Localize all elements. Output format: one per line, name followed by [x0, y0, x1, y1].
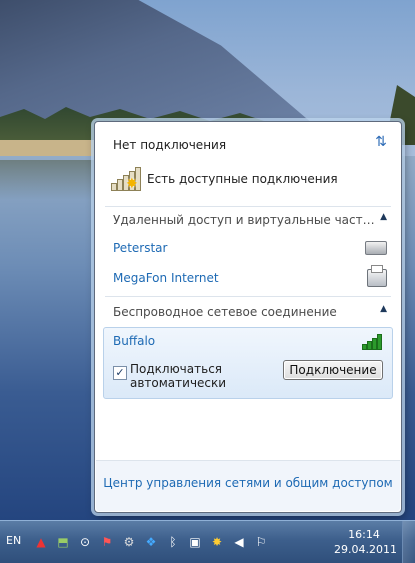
network-bars-star-icon: ✸ [111, 167, 141, 191]
show-desktop-button[interactable] [402, 521, 415, 563]
auto-connect-checkbox[interactable]: ✓ [113, 366, 127, 380]
language-indicator[interactable]: EN [6, 534, 21, 547]
flyout-footer: Центр управления сетями и общим доступом [96, 460, 400, 511]
wifi-network-item-buffalo[interactable]: Buffalo ✓ Подключаться автоматически Под… [103, 327, 393, 399]
connection-name: MegaFon Internet [113, 271, 219, 285]
clock-date: 29.04.2011 [334, 543, 397, 556]
wireless-section-label: Беспроводное сетевое соединение [113, 304, 337, 319]
gear-icon[interactable]: ⚙ [120, 533, 138, 551]
bluetooth-icon[interactable]: ᛒ [164, 533, 182, 551]
network-sharing-center-link[interactable]: Центр управления сетями и общим доступом [96, 476, 400, 490]
wireless-section-header[interactable]: Беспроводное сетевое соединение ▲ [113, 304, 389, 319]
dialup-vpn-section-label: Удаленный доступ и виртуальные частные с… [113, 212, 375, 227]
dialup-vpn-section-header[interactable]: Удаленный доступ и виртуальные частные с… [113, 212, 389, 227]
wallpaper-mountain [0, 0, 320, 130]
clock-time: 16:14 [348, 528, 380, 541]
antivirus-icon[interactable]: ▲ [32, 533, 50, 551]
signal-strength-icon [362, 334, 384, 350]
wifi-network-name: Buffalo [113, 334, 156, 348]
refresh-arrows-icon[interactable]: ⇅ [373, 134, 389, 150]
available-connections-text: Есть доступные подключения [147, 172, 338, 186]
volume-icon[interactable]: ◀ [230, 533, 248, 551]
network-flyout: Нет подключения ⇅ ✸ Есть доступные подкл… [94, 121, 402, 513]
clock[interactable]: 16:14 29.04.2011 [334, 527, 397, 557]
skype-icon[interactable]: ⊙ [76, 533, 94, 551]
flag-icon[interactable]: ⚑ [98, 533, 116, 551]
network-icon[interactable]: ✸ [208, 533, 226, 551]
modem-icon [365, 241, 387, 255]
action-center-icon[interactable]: ⚐ [252, 533, 270, 551]
connection-item-peterstar[interactable]: Peterstar [113, 237, 387, 259]
available-connections-row: ✸ Есть доступные подключения [111, 166, 338, 192]
taskbar: EN ▲ ⬒ ⊙ ⚑ ⚙ ❖ ᛒ ▣ ✸ ◀ ⚐ 16:14 29.04.201… [0, 520, 415, 563]
divider [105, 296, 391, 297]
chevron-up-icon[interactable]: ▲ [380, 304, 387, 314]
auto-connect-label: Подключаться автоматически [130, 362, 227, 390]
connection-item-megafon[interactable]: MegaFon Internet [113, 265, 387, 289]
fax-modem-icon [367, 265, 387, 287]
chevron-up-icon[interactable]: ▲ [380, 212, 387, 222]
connection-name: Peterstar [113, 241, 168, 255]
usb-icon[interactable]: ⬒ [54, 533, 72, 551]
connection-status-title: Нет подключения [113, 138, 227, 152]
device-icon[interactable]: ▣ [186, 533, 204, 551]
divider [105, 206, 391, 207]
system-tray: ▲ ⬒ ⊙ ⚑ ⚙ ❖ ᛒ ▣ ✸ ◀ ⚐ [32, 533, 270, 551]
connect-button[interactable]: Подключение [283, 360, 383, 380]
bluetooth-blue-icon[interactable]: ❖ [142, 533, 160, 551]
